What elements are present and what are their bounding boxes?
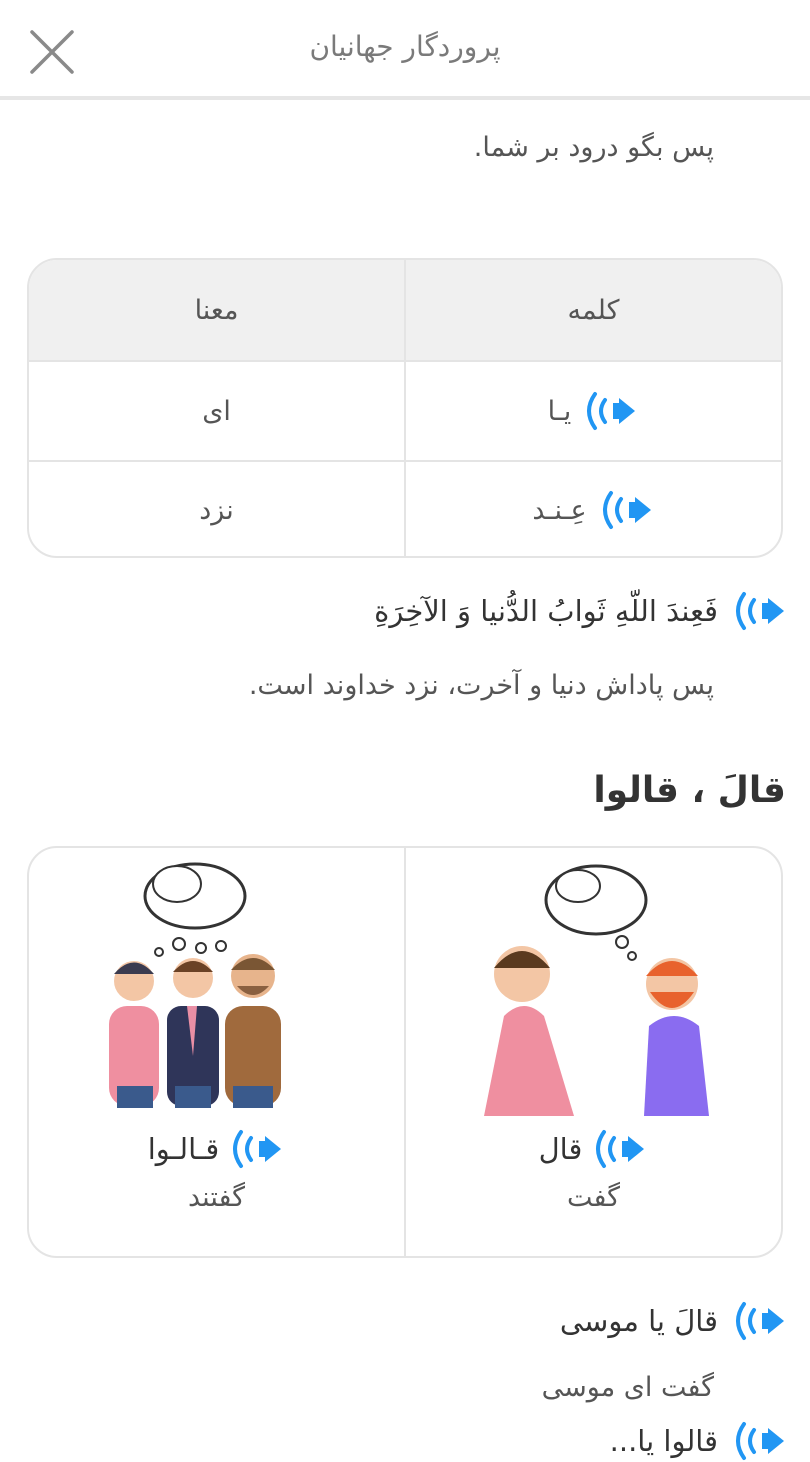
- intro-translation: پس بگو درود بر شما.: [473, 132, 714, 163]
- verb-word-text: قـالـوا: [147, 1132, 220, 1166]
- table-header-meaning: معنا: [29, 260, 406, 360]
- arabic-sentence: قالَ يا موسى: [560, 1300, 788, 1342]
- table-cell-meaning: نزد: [29, 462, 406, 556]
- table-header-word: کلمه: [567, 294, 620, 326]
- vocab-word: یـا: [548, 390, 640, 432]
- sentence-translation: پس پاداش دنیا و آخرت، نزد خداوند است.: [248, 670, 714, 701]
- verb-word: قـالـوا: [29, 1128, 404, 1170]
- speaker-icon[interactable]: [732, 1300, 788, 1342]
- vocab-table: معنا کلمه ای یـا نزد عِـنـد: [27, 258, 783, 558]
- verb-meaning: گفت: [566, 1182, 621, 1213]
- header: پروردگار جهانیان: [0, 0, 810, 100]
- arabic-sentence-text: قالوا يا...: [609, 1424, 718, 1458]
- table-row: ای یـا: [29, 360, 781, 460]
- arabic-sentence-partial: قالوا يا...: [610, 1420, 788, 1462]
- verb-card-singular: قال گفت: [406, 848, 781, 1256]
- speaker-icon[interactable]: [732, 1420, 788, 1462]
- page-title: پروردگار جهانیان: [309, 30, 501, 63]
- table-row: نزد عِـنـد: [29, 460, 781, 556]
- section-title: قالَ ، قالوا: [593, 770, 786, 811]
- speaker-icon[interactable]: [583, 390, 639, 432]
- verb-meaning: گفتند: [188, 1182, 245, 1213]
- verb-word-text: قال: [538, 1132, 583, 1166]
- table-header-row: معنا کلمه: [29, 260, 781, 360]
- verb-cards: قـالـوا گفتند قال گفت: [27, 846, 783, 1258]
- arabic-sentence: فَعِندَ اللّهِ ثَوابُ الدُّنيا وَ الآخِر…: [374, 590, 788, 632]
- sentence-translation: گفت ای موسی: [541, 1372, 714, 1403]
- vocab-word: عِـنـد: [532, 489, 654, 531]
- speaker-icon[interactable]: [732, 590, 788, 632]
- vocab-word-text: عِـنـد: [532, 494, 587, 526]
- vocab-word-text: یـا: [547, 395, 572, 427]
- speaker-icon[interactable]: [599, 489, 655, 531]
- arabic-sentence-text: قالَ يا موسى: [559, 1304, 718, 1338]
- verb-word: قال: [406, 1128, 781, 1170]
- arabic-sentence-text: فَعِندَ اللّهِ ثَوابُ الدُّنيا وَ الآخِر…: [374, 594, 718, 628]
- speaker-icon[interactable]: [229, 1128, 285, 1170]
- two-men-talking-illustration: [483, 864, 709, 1116]
- table-cell-meaning: ای: [29, 362, 406, 460]
- group-speaking-illustration: [108, 862, 281, 1108]
- verb-card-plural: قـالـوا گفتند: [29, 848, 406, 1256]
- speaker-icon[interactable]: [592, 1128, 648, 1170]
